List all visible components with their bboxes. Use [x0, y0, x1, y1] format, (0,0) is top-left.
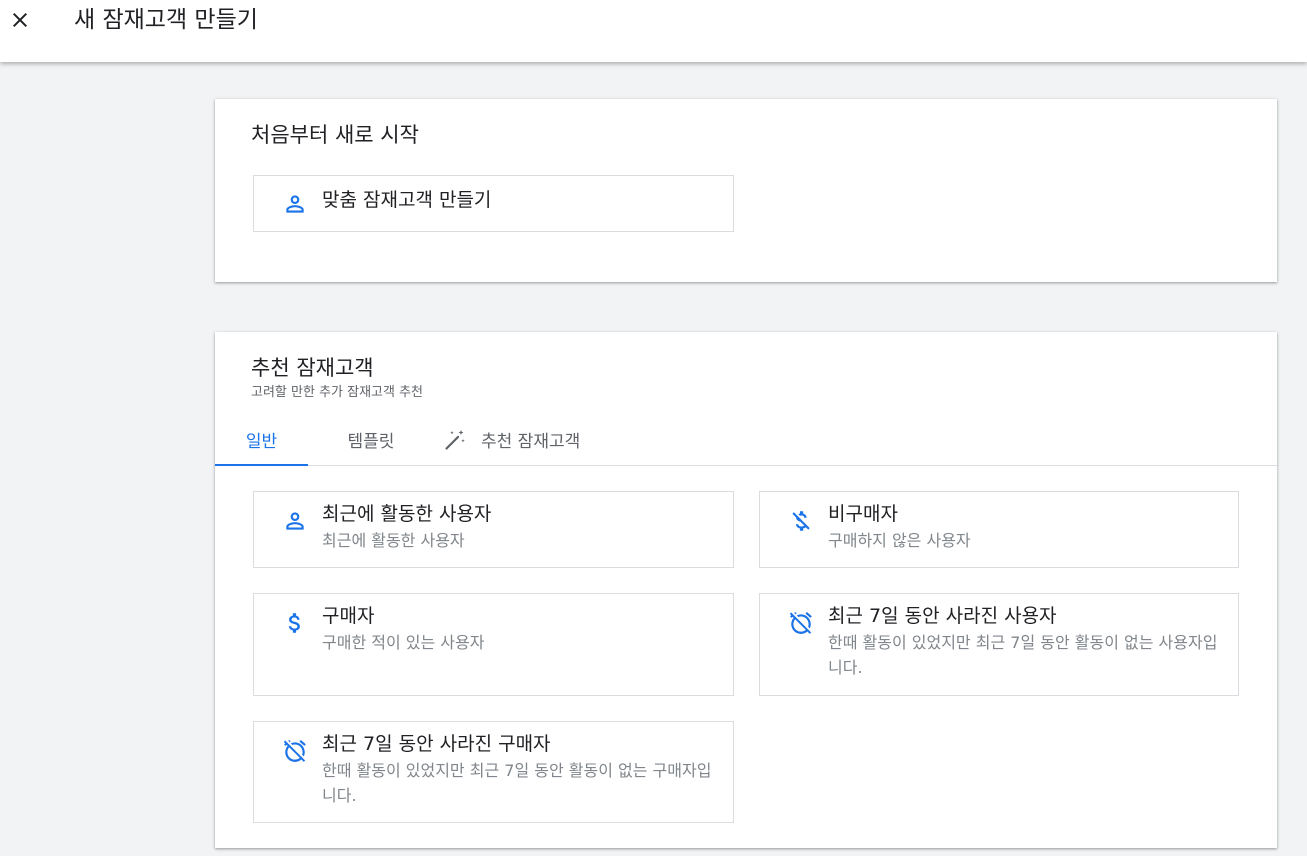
- no-money-icon: [788, 508, 814, 534]
- option-purchasers[interactable]: 구매자 구매한 적이 있는 사용자: [253, 593, 734, 696]
- alarm-off-icon: [788, 610, 814, 636]
- audience-tabs: 일반 템플릿 추천 잠재고객: [215, 414, 1277, 466]
- tab-templates-label: 템플릿: [347, 432, 395, 452]
- dollar-icon: [282, 610, 308, 636]
- option-title: 최근 7일 동안 사라진 구매자: [322, 733, 551, 755]
- tab-templates[interactable]: 템플릿: [323, 414, 419, 465]
- start-from-scratch-card: 처음부터 새로 시작 맞춤 잠재고객 만들기: [215, 99, 1277, 282]
- close-icon: [13, 13, 27, 27]
- person-icon: [282, 191, 308, 217]
- option-description: 한때 활동이 있었지만 최근 7일 동안 활동이 없는 구매자입니다.: [322, 761, 712, 805]
- option-recently-active-users[interactable]: 최근에 활동한 사용자 최근에 활동한 사용자: [253, 491, 734, 568]
- option-title: 최근 7일 동안 사라진 사용자: [828, 605, 1057, 627]
- tab-general[interactable]: 일반: [215, 414, 308, 466]
- option-non-purchasers[interactable]: 비구매자 구매하지 않은 사용자: [759, 491, 1239, 568]
- suggested-audiences-card: 추천 잠재고객 고려할 만한 추가 잠재고객 추천 일반 템플릿 추천 잠재고객: [215, 332, 1277, 848]
- option-title: 비구매자: [828, 503, 898, 525]
- option-title: 최근에 활동한 사용자: [322, 503, 492, 525]
- start-from-scratch-title: 처음부터 새로 시작: [251, 123, 419, 147]
- suggested-audiences-title: 추천 잠재고객: [251, 356, 374, 380]
- tab-suggested-label: 추천 잠재고객: [481, 432, 581, 452]
- tab-suggested[interactable]: 추천 잠재고객: [443, 414, 603, 465]
- option-lapsed-purchasers-7-days[interactable]: 최근 7일 동안 사라진 구매자 한때 활동이 있었지만 최근 7일 동안 활동…: [253, 721, 734, 823]
- magic-wand-icon: [443, 428, 467, 452]
- person-icon: [282, 508, 308, 534]
- option-description: 한때 활동이 있었지만 최근 7일 동안 활동이 없는 사용자입니다.: [828, 633, 1218, 677]
- option-description: 구매하지 않은 사용자: [828, 531, 971, 550]
- custom-audience-option[interactable]: 맞춤 잠재고객 만들기: [253, 175, 734, 232]
- close-button[interactable]: [4, 4, 36, 36]
- custom-audience-option-title: 맞춤 잠재고객 만들기: [322, 189, 492, 211]
- option-lapsed-users-7-days[interactable]: 최근 7일 동안 사라진 사용자 한때 활동이 있었지만 최근 7일 동안 활동…: [759, 593, 1239, 696]
- suggested-audiences-subtitle: 고려할 만한 추가 잠재고객 추천: [251, 385, 424, 400]
- top-app-bar: 새 잠재고객 만들기: [0, 0, 1307, 62]
- option-description: 구매한 적이 있는 사용자: [322, 633, 485, 652]
- alarm-off-icon: [282, 738, 308, 764]
- option-description: 최근에 활동한 사용자: [322, 531, 465, 550]
- tab-general-label: 일반: [245, 432, 278, 452]
- page-title: 새 잠재고객 만들기: [74, 7, 258, 33]
- option-title: 구매자: [322, 605, 375, 627]
